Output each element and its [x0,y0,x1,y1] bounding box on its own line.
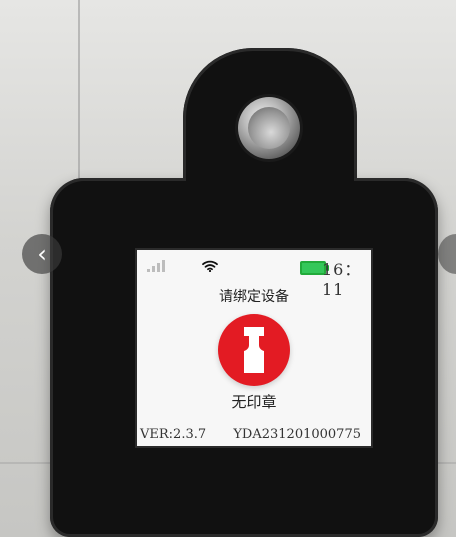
wifi-icon [202,260,218,272]
version-label: VER:2.3.7 [140,427,207,442]
stamp-status: 无印章 [231,393,277,411]
stamp-button[interactable] [218,314,290,386]
screen-footer: VER:2.3.7 YDA231201000775 [137,424,371,442]
chevron-left-icon: ‹ [37,240,47,268]
signal-icon [147,260,165,272]
device-knob[interactable] [238,97,300,159]
serial-number: YDA231201000775 [233,427,361,442]
device-screen: 16：11 请绑定设备 无印章 VER:2.3.7 YDA23120100077… [137,250,371,446]
stamp-icon [244,327,264,373]
screen-title: 请绑定设备 [219,289,289,305]
status-bar: 16：11 [137,250,371,299]
nav-prev-button[interactable]: ‹ [22,234,62,274]
